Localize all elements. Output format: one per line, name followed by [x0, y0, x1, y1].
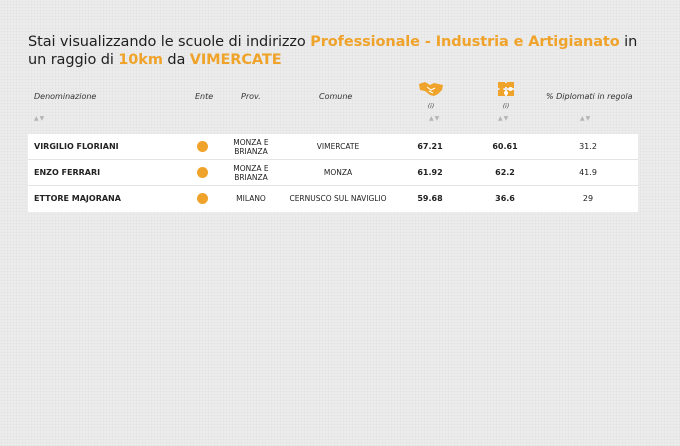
indicator-2-value: 62.2: [495, 168, 515, 177]
sort-arrows-indicator-1[interactable]: ▲▼: [429, 115, 440, 122]
comune-cell: MONZA: [323, 168, 353, 177]
headline-citta: VIMERCATE: [189, 52, 282, 68]
sort-arrows-indicator-2[interactable]: ▲▼: [498, 115, 509, 122]
table-row[interactable]: ETTORE MAJORANA MILANO CERNUSCO SUL NAVI…: [28, 186, 638, 212]
puzzle-icon: [496, 82, 516, 102]
province-line-2: BRIANZA: [234, 172, 268, 182]
headline-indirizzo: Professionale - Industria e Artigianato: [310, 34, 620, 50]
table-row[interactable]: VIRGILIO FLORIANI MONZA E BRIANZA VIMERCA…: [28, 134, 638, 160]
province-line-1: MONZA E: [233, 163, 269, 173]
comune-cell: CERNUSCO SUL NAVIGLIO: [289, 194, 387, 203]
info-icon-1[interactable]: (i): [418, 103, 444, 110]
province-cell: MONZA E BRIANZA: [226, 134, 276, 159]
comune-cell: VIMERCATE: [316, 142, 360, 151]
province-line-1: MONZA E: [233, 137, 269, 147]
diplomati-value: 29: [582, 194, 594, 203]
province-line-2: BRIANZA: [234, 146, 268, 156]
col-denominazione[interactable]: Denominazione: [34, 92, 96, 101]
col-indicator-2[interactable]: (i): [493, 80, 519, 110]
page-headline: Stai visualizzando le scuole di indirizz…: [28, 33, 648, 69]
diplomati-value: 31.2: [579, 142, 597, 151]
indicator-1-value: 61.92: [417, 168, 443, 177]
school-name[interactable]: VIRGILIO FLORIANI: [34, 134, 119, 159]
diplomati-value: 41.9: [579, 168, 597, 177]
ente-dot-icon: [197, 167, 208, 178]
headline-raggio: 10km: [118, 52, 163, 68]
school-name[interactable]: ETTORE MAJORANA: [34, 186, 121, 211]
col-comune[interactable]: Comune: [319, 92, 352, 101]
indicator-1-value: 59.68: [417, 194, 443, 203]
col-prov[interactable]: Prov.: [241, 92, 261, 101]
province-cell: MONZA E BRIANZA: [226, 160, 276, 185]
schools-table: VIRGILIO FLORIANI MONZA E BRIANZA VIMERCA…: [28, 134, 638, 212]
handshake-icon: [418, 82, 444, 102]
ente-dot-icon: [197, 141, 208, 152]
col-ente[interactable]: Ente: [195, 92, 213, 101]
col-diplomati[interactable]: % Diplomati in regola: [546, 92, 632, 101]
ente-dot-icon: [197, 193, 208, 204]
sort-arrows-diplomati[interactable]: ▲▼: [580, 115, 591, 122]
indicator-2-value: 60.61: [492, 142, 518, 151]
headline-da: da: [162, 52, 190, 68]
table-row[interactable]: ENZO FERRARI MONZA E BRIANZA MONZA 61.92 …: [28, 160, 638, 186]
indicator-2-value: 36.6: [495, 194, 515, 203]
school-name[interactable]: ENZO FERRARI: [34, 160, 100, 185]
headline-prefix: Stai visualizzando le scuole di indirizz…: [28, 34, 311, 50]
indicator-1-value: 67.21: [417, 142, 443, 151]
col-indicator-1[interactable]: (i): [418, 80, 444, 110]
table-header: Denominazione Ente Prov. Comune (i) (i) …: [28, 78, 638, 132]
province-cell: MILANO: [236, 194, 266, 203]
info-icon-2[interactable]: (i): [493, 103, 519, 110]
sort-arrows-denominazione[interactable]: ▲▼: [34, 115, 45, 122]
